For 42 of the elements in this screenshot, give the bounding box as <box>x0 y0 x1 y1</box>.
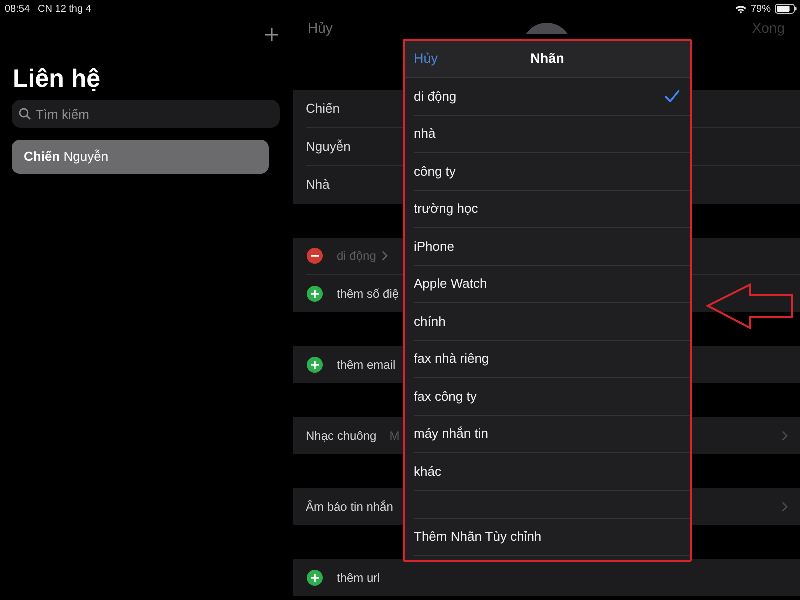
add-field-button[interactable]: thêm url <box>306 568 380 586</box>
label-option[interactable]: Apple Watch <box>414 266 690 303</box>
popover-title: Nhãn <box>530 50 564 68</box>
plus-circle-icon[interactable] <box>307 286 323 302</box>
setting-label: Âm báo tin nhắn <box>306 498 394 516</box>
label-option[interactable]: công ty <box>414 153 690 190</box>
label-option[interactable]: nhà <box>414 116 690 153</box>
add-field-button[interactable]: thêm email <box>306 356 396 374</box>
label-option[interactable]: máy nhắn tin <box>414 416 690 453</box>
plus-circle-icon[interactable] <box>307 356 323 372</box>
text-field[interactable]: Nhà <box>306 175 398 195</box>
status-time: 08:54 <box>5 2 30 16</box>
text-field[interactable]: Chiến <box>306 98 398 118</box>
contacts-title: Liên hệ <box>13 64 101 94</box>
battery-icon <box>775 4 797 14</box>
contact-list-item[interactable]: Chiến Nguyễn <box>12 140 269 174</box>
text-field[interactable]: Nguyễn <box>306 136 398 156</box>
plus-circle-icon[interactable] <box>307 570 323 586</box>
setting-label: Nhạc chuông <box>306 428 377 444</box>
label-option[interactable]: di động <box>414 78 690 116</box>
status-date: CN 12 thg 4 <box>38 2 92 16</box>
plus-icon[interactable] <box>265 28 279 42</box>
battery-percentage: 79% <box>750 2 771 16</box>
wifi-icon <box>734 4 747 14</box>
popover-cancel-button[interactable]: Hủy <box>414 48 438 70</box>
chevron-icon <box>382 251 388 261</box>
search-field[interactable]: Tìm kiếm <box>12 100 280 128</box>
label-option[interactable]: chính <box>414 303 690 340</box>
left-arrow-icon <box>706 283 794 330</box>
label-option[interactable]: khác <box>414 453 690 490</box>
label-option[interactable]: iPhone <box>414 228 690 266</box>
search-icon <box>19 108 31 120</box>
setting-value: M <box>390 428 400 444</box>
chevron-icon <box>782 502 788 512</box>
label-option[interactable]: fax nhà riêng <box>414 340 690 378</box>
label-option[interactable]: fax công ty <box>414 378 690 416</box>
minus-circle-icon[interactable] <box>307 248 323 264</box>
chevron-icon <box>782 430 788 440</box>
label-option[interactable]: trường học <box>414 190 690 228</box>
add-field-button[interactable]: thêm số điệ <box>306 284 400 302</box>
cancel-button[interactable]: Hủy <box>308 18 333 39</box>
add-custom-label-button[interactable]: Thêm Nhãn Tùy chỉnh <box>414 518 690 556</box>
